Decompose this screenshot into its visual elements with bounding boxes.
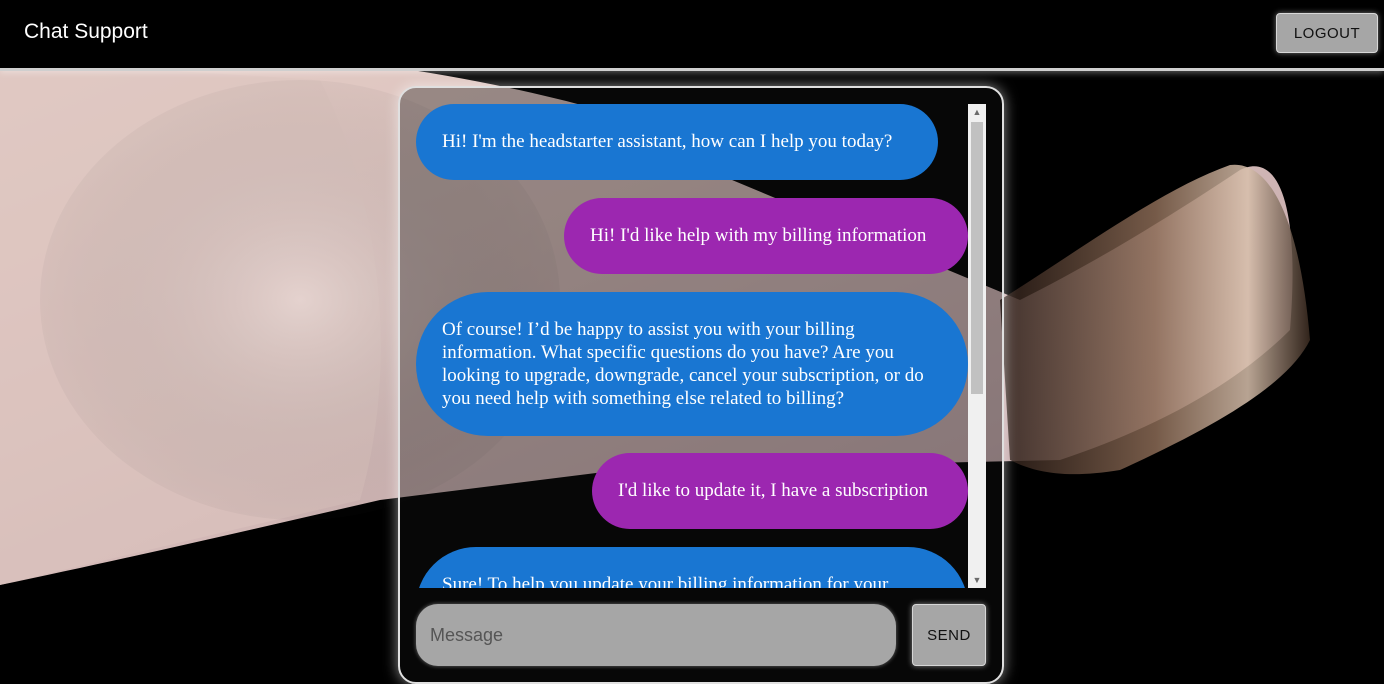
message-list[interactable]: Hi! I'm the headstarter assistant, how c… (400, 88, 986, 588)
message-input[interactable] (416, 604, 896, 666)
send-button[interactable]: SEND (912, 604, 986, 666)
message-bubble-bot: Sure! To help you update your billing in… (416, 547, 968, 588)
message-list-scrollbar[interactable]: ▲ ▼ (968, 104, 986, 588)
scroll-up-arrow-icon[interactable]: ▲ (968, 104, 986, 120)
logout-button[interactable]: LOGOUT (1276, 13, 1378, 53)
scroll-down-arrow-icon[interactable]: ▼ (968, 572, 986, 588)
message-bubble-bot: Of course! I’d be happy to assist you wi… (416, 292, 968, 436)
message-bubble-user: Hi! I'd like help with my billing inform… (564, 198, 968, 274)
chat-panel: Hi! I'm the headstarter assistant, how c… (398, 86, 1004, 684)
message-bubble-user: I'd like to update it, I have a subscrip… (592, 453, 968, 529)
scrollbar-thumb[interactable] (971, 122, 983, 394)
app-screen: Chat Support LOGOUT Hi! I'm the headstar… (0, 0, 1384, 684)
top-app-bar: Chat Support LOGOUT (0, 0, 1384, 71)
app-title: Chat Support (24, 20, 148, 43)
message-bubble-bot: Hi! I'm the headstarter assistant, how c… (416, 104, 938, 180)
